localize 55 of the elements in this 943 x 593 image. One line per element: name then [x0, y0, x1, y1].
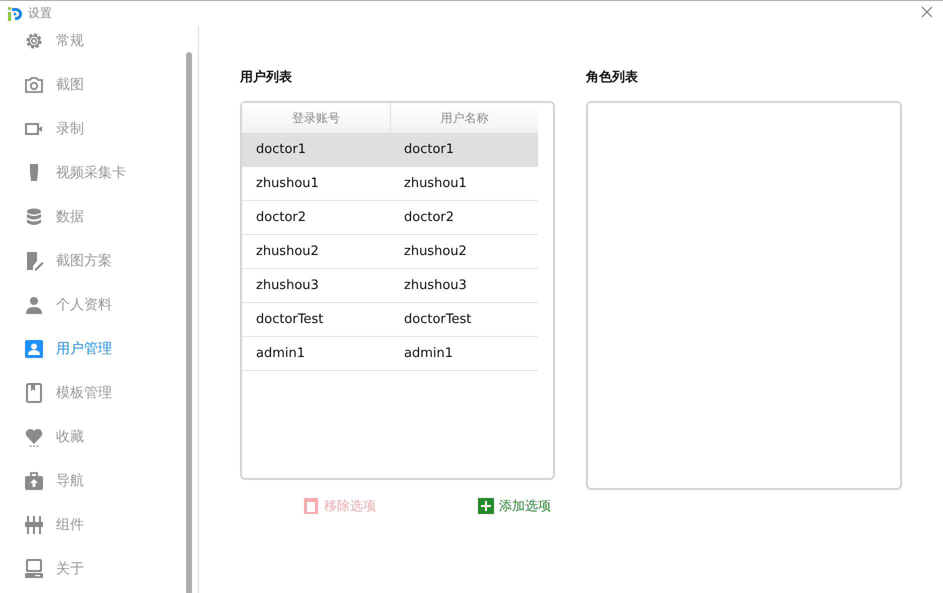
sidebar-item[interactable]: 数据 [0, 202, 186, 232]
section-title: 角色列表 [586, 69, 639, 87]
trash-icon [303, 498, 319, 514]
table-cell-text: doctor2 [403, 210, 456, 225]
sidebar-item[interactable]: 组件 [0, 510, 186, 540]
sidebar-item[interactable]: 录制 [0, 114, 186, 144]
table-row[interactable]: zhushou3 zhushou3 [242, 269, 538, 303]
sidebar-item[interactable]: 模板管理 [0, 378, 186, 408]
sidebar-item[interactable]: 截图方案 [0, 246, 186, 276]
sidebar-item[interactable]: 用户管理 [0, 334, 186, 364]
database-icon [24, 207, 44, 227]
table-cell-text: doctor1 [403, 142, 456, 157]
table-row[interactable]: doctorTest doctorTest [242, 303, 538, 337]
sidebar-item[interactable]: 视频采集卡 [0, 158, 186, 188]
computer-icon [24, 559, 44, 579]
sidebar-item[interactable]: 收藏 [0, 422, 186, 452]
sidebar-item[interactable]: 导航 [0, 466, 186, 496]
user-card-icon [24, 339, 44, 359]
window-title: 设置 [28, 5, 52, 22]
sidebar-item[interactable]: 截图 [0, 70, 186, 100]
heart-icon [24, 427, 44, 447]
table-row[interactable]: zhushou1 zhushou1 [242, 167, 538, 201]
table-cell-text: doctor2 [255, 210, 308, 225]
table-row[interactable]: doctor1 doctor1 [242, 133, 538, 167]
column-header[interactable]: 用户名称 [390, 103, 538, 133]
section-title: 用户列表 [240, 68, 293, 87]
sidebar-item[interactable]: 个人资料 [0, 290, 186, 320]
table-cell-text: admin1 [255, 346, 306, 361]
table-cell-text: zhushou1 [255, 176, 320, 191]
table-cell-text: doctor1 [255, 142, 308, 157]
table-cell-text: zhushou1 [403, 176, 468, 191]
table-cell-text: admin1 [403, 346, 454, 361]
gear-icon [24, 31, 44, 51]
table-row[interactable]: admin1 admin1 [242, 337, 538, 371]
plus-icon [478, 498, 494, 514]
table-cell-text: zhushou3 [403, 278, 468, 293]
briefcase-icon [24, 471, 44, 491]
book-icon [24, 383, 44, 403]
close-icon[interactable] [921, 6, 933, 18]
edit-icon [24, 251, 44, 271]
sidebar-item[interactable]: 常规 [0, 26, 186, 56]
table-cell-text: doctorTest [255, 312, 324, 327]
scrollbar[interactable] [186, 52, 192, 593]
table-cell-text: zhushou3 [255, 278, 320, 293]
table-cell-text: zhushou2 [403, 244, 468, 259]
app-logo-icon [7, 6, 23, 22]
sidebar-item[interactable]: 关于 [0, 554, 186, 584]
sliders-icon [24, 515, 44, 535]
add-button[interactable]: 添加选项 [478, 497, 551, 515]
camera-icon [24, 75, 44, 95]
table-cell-text: doctorTest [403, 312, 472, 327]
table-row[interactable]: zhushou2 zhushou2 [242, 235, 538, 269]
table-cell-text: zhushou2 [255, 244, 320, 259]
person-icon [24, 295, 44, 315]
table-row[interactable]: doctor2 doctor2 [242, 201, 538, 235]
